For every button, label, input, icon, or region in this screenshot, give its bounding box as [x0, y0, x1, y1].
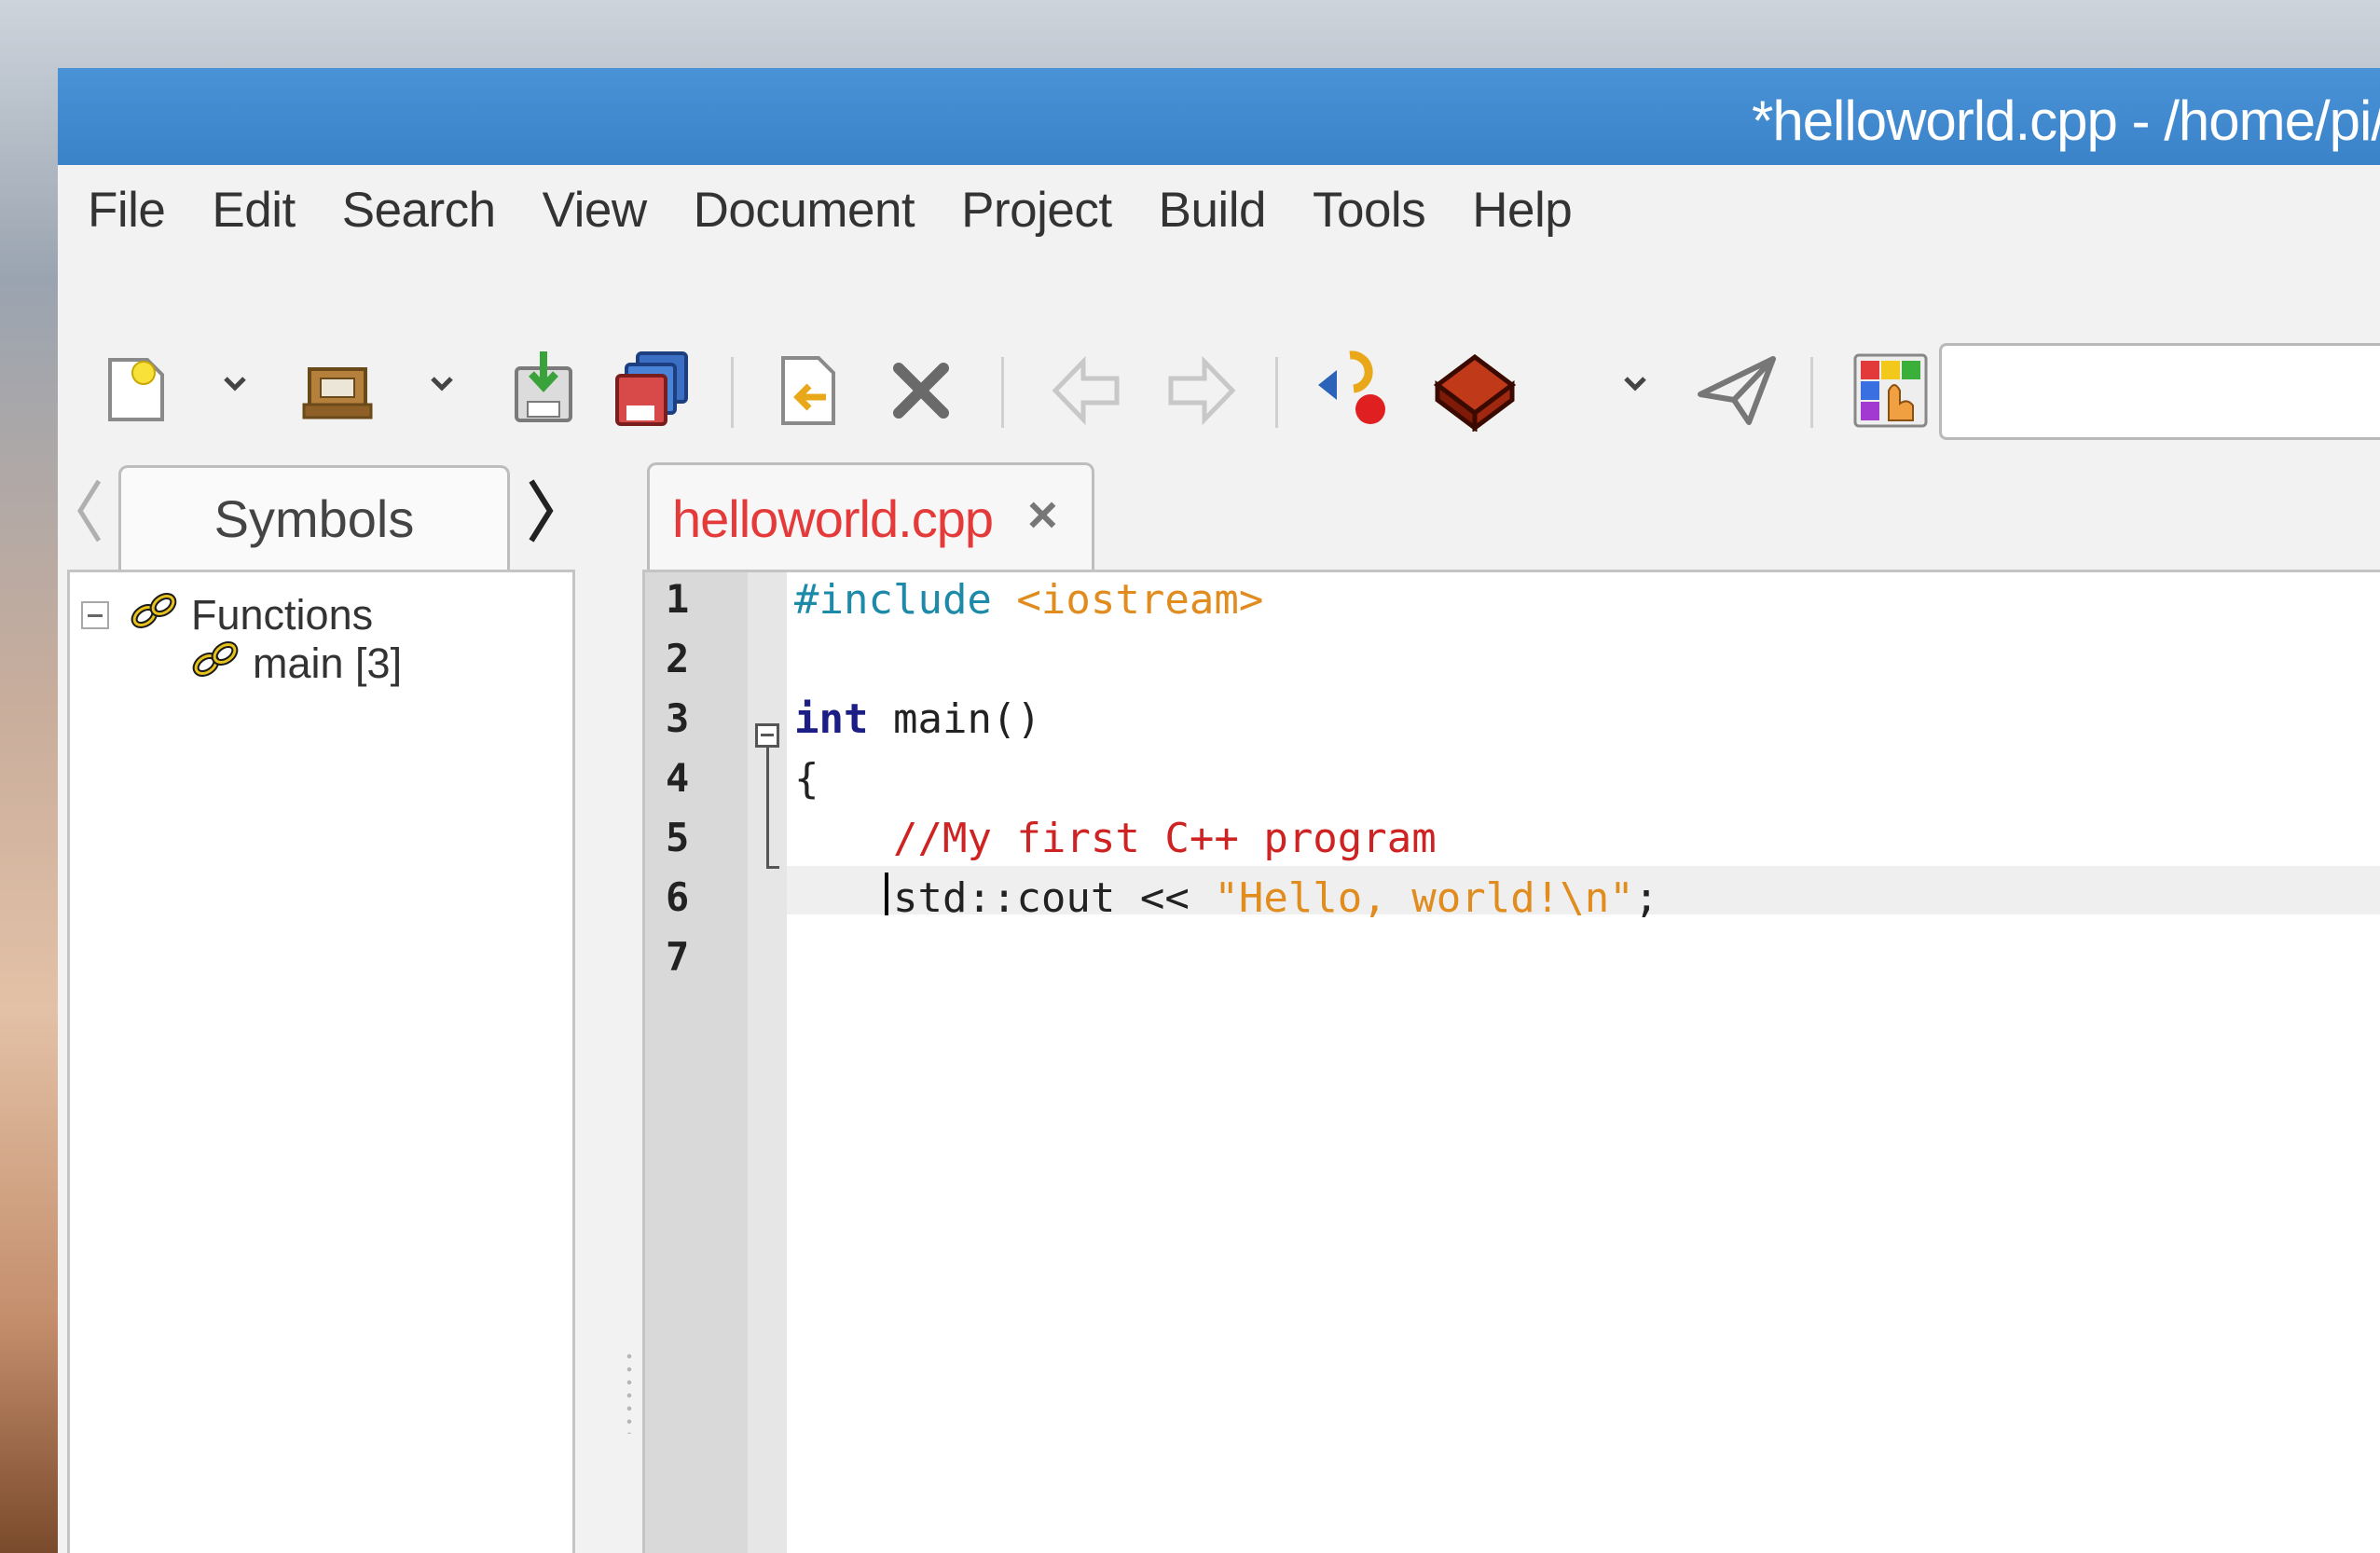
menu-search[interactable]: Search [342, 182, 496, 239]
line-number: 2 [666, 636, 690, 681]
fold-guide [766, 748, 769, 869]
code-editor[interactable]: 1 2 3 4 5 6 7 #include <iostream> int main() { /… [642, 570, 2380, 1553]
line-number: 3 [666, 695, 690, 741]
symbols-panel: Functions main [3] [67, 570, 575, 1553]
menu-help[interactable]: Help [1472, 182, 1573, 239]
tab-symbols[interactable]: Symbols [118, 465, 510, 571]
geany-window: *helloworld.cpp - /home/pi/ File Edit Se… [58, 68, 2380, 1553]
title-bar[interactable]: *helloworld.cpp - /home/pi/ [58, 68, 2380, 165]
tree-item-functions[interactable]: Functions [81, 591, 373, 639]
code-token: int [794, 695, 869, 743]
menu-edit[interactable]: Edit [212, 182, 296, 239]
sidebar: Symbols Functions main [3] [58, 399, 601, 1553]
code-line: { [794, 755, 819, 803]
code-line: #include <iostream> [794, 576, 1263, 624]
code-line: int main() [794, 695, 1041, 743]
line-number: 1 [666, 576, 690, 622]
menu-tools[interactable]: Tools [1313, 182, 1426, 239]
code-token: ; [1633, 874, 1659, 922]
collapse-toggle[interactable] [81, 601, 109, 629]
code-token: main() [868, 695, 1041, 743]
code-token: "Hello, world!\n" [1214, 874, 1634, 922]
code-token: //My first C++ program [892, 815, 1437, 862]
line-number-gutter [645, 572, 748, 1553]
code-line: std::cout << "Hello, world!\n"; [794, 874, 1658, 922]
sidebar-scroll-left-icon[interactable] [71, 474, 108, 553]
menu-file[interactable]: File [88, 182, 166, 239]
menu-view[interactable]: View [543, 182, 647, 239]
code-token: #include [794, 576, 992, 624]
menu-build[interactable]: Build [1159, 182, 1267, 239]
line-number: 5 [666, 815, 690, 860]
line-number: 4 [666, 755, 690, 801]
code-token: <iostream> [1016, 576, 1264, 624]
tab-helloworld-cpp[interactable]: helloworld.cpp × [647, 462, 1094, 571]
fold-collapse-icon[interactable] [755, 723, 779, 748]
text-caret [885, 873, 888, 915]
fold-margin [748, 572, 787, 1553]
code-line: //My first C++ program [794, 815, 1437, 862]
line-number: 7 [666, 934, 690, 980]
tree-item-main[interactable]: main [3] [191, 639, 402, 688]
code-token: { [794, 755, 819, 803]
fold-guide-end [766, 866, 779, 869]
code-token: std::cout << [794, 874, 1215, 922]
window-title: *helloworld.cpp - /home/pi/ [1751, 89, 2380, 152]
line-number: 6 [666, 874, 690, 920]
function-link-icon [191, 639, 240, 688]
menu-project[interactable]: Project [961, 182, 1112, 239]
menu-bar: File Edit Search View Document Project B… [58, 165, 2380, 254]
editor-area: helloworld.cpp × 1 2 3 4 5 6 7 #include <iostr… [586, 399, 2380, 1553]
tab-helloworld-cpp-label: helloworld.cpp [672, 489, 994, 548]
menu-document[interactable]: Document [694, 182, 915, 239]
sidebar-scroll-right-icon[interactable] [522, 474, 559, 553]
tree-item-main-label: main [3] [253, 639, 403, 687]
toolbar [58, 254, 2380, 440]
tree-item-functions-label: Functions [191, 591, 374, 639]
function-link-icon [130, 591, 178, 639]
tab-close-icon[interactable]: × [1027, 484, 1058, 544]
tab-symbols-label: Symbols [213, 489, 415, 548]
